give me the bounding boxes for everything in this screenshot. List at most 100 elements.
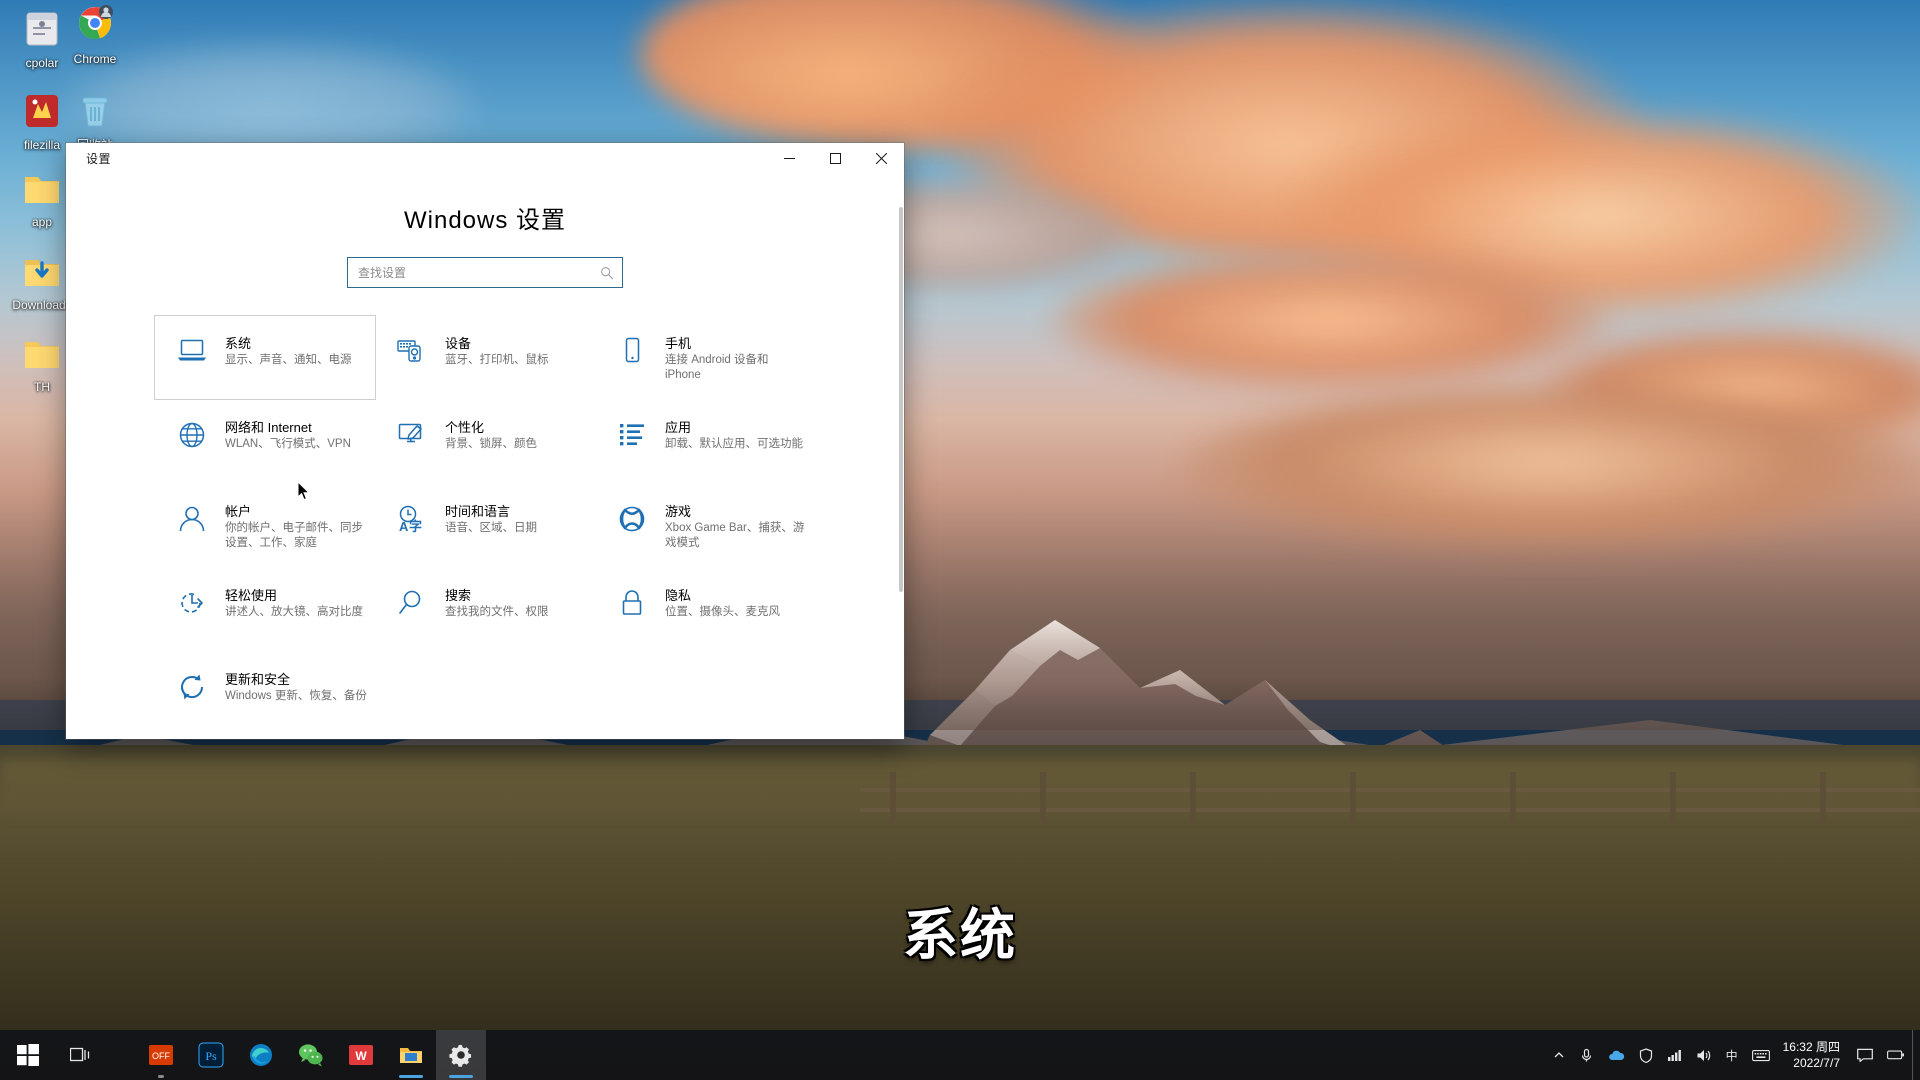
tile-title: 隐私 xyxy=(665,588,692,603)
settings-tile-devices[interactable]: 设备 蓝牙、打印机、鼠标 xyxy=(375,321,595,405)
folder-icon xyxy=(19,330,65,376)
scrollbar-thumb[interactable] xyxy=(899,207,903,592)
tile-subtitle: WLAN、飞行模式、VPN xyxy=(225,438,351,450)
settings-tile-time-language[interactable]: A 字 时间和语言 语音、区域、日期 xyxy=(375,489,595,573)
tile-subtitle: 连接 Android 设备和 iPhone xyxy=(665,354,769,381)
svg-text:字: 字 xyxy=(409,519,422,533)
settings-tile-search[interactable]: 搜索 查找我的文件、权限 xyxy=(375,573,595,657)
caption-overlay: 系统 xyxy=(902,904,1017,966)
tile-subtitle: 背景、锁屏、颜色 xyxy=(445,438,537,450)
tile-title: 应用 xyxy=(665,420,692,435)
settings-tile-accounts[interactable]: 帐户 你的帐户、电子邮件、同步设置、工作、家庭 xyxy=(155,489,375,573)
tile-subtitle: 讲述人、放大镜、高对比度 xyxy=(225,606,363,618)
wallpaper-fence xyxy=(860,772,1920,838)
taskbar-app-wechat[interactable] xyxy=(286,1030,336,1080)
tile-title: 设备 xyxy=(445,336,472,351)
ime-indicator[interactable]: 中 xyxy=(1719,1030,1745,1080)
battery-or-info-icon[interactable] xyxy=(1880,1030,1912,1080)
tile-title: 帐户 xyxy=(225,504,252,519)
ease-of-access-icon xyxy=(177,589,211,622)
tile-subtitle: 语音、区域、日期 xyxy=(445,522,537,534)
tile-subtitle: 显示、声音、通知、电源 xyxy=(225,354,352,366)
settings-tile-privacy[interactable]: 隐私 位置、摄像头、麦克风 xyxy=(595,573,815,657)
personalization-icon xyxy=(397,421,431,454)
volume-icon[interactable] xyxy=(1689,1030,1719,1080)
task-view-icon xyxy=(70,1047,90,1062)
tile-title: 更新和安全 xyxy=(225,672,291,687)
settings-window[interactable]: 设置 Windows 设置 查找设置 系统 显示、声音、通知、电源 设备 蓝牙、… xyxy=(66,143,904,739)
folder-icon xyxy=(19,165,65,211)
downloads-folder-icon xyxy=(19,248,65,294)
devices-icon xyxy=(397,337,431,368)
settings-search-box[interactable] xyxy=(347,257,623,288)
window-controls[interactable] xyxy=(766,143,904,173)
settings-tile-system[interactable]: 系统 显示、声音、通知、电源 xyxy=(154,315,376,400)
tile-subtitle: Windows 更新、恢复、备份 xyxy=(225,690,367,702)
taskbar-app-wps[interactable]: W xyxy=(336,1030,386,1080)
taskbar-app-office[interactable]: OFF xyxy=(136,1030,186,1080)
network-icon[interactable] xyxy=(1660,1030,1689,1080)
svg-text:Ps: Ps xyxy=(205,1049,217,1063)
action-center-icon[interactable] xyxy=(1850,1030,1880,1080)
globe-icon xyxy=(177,421,211,454)
magnifier-icon xyxy=(397,589,431,622)
tile-title: 系统 xyxy=(225,336,252,351)
settings-tile-ease-of-access[interactable]: 轻松使用 讲述人、放大镜、高对比度 xyxy=(155,573,375,657)
taskbar[interactable]: OFF Ps W 中 16:32 周四 2022/7/7 xyxy=(0,1030,1920,1080)
task-view-button[interactable] xyxy=(56,1030,106,1080)
tile-title: 搜索 xyxy=(445,588,472,603)
tile-subtitle: 你的帐户、电子邮件、同步设置、工作、家庭 xyxy=(225,522,363,549)
settings-tile-network[interactable]: 网络和 Internet WLAN、飞行模式、VPN xyxy=(155,405,375,489)
office-icon: OFF xyxy=(149,1045,173,1065)
windows-start-icon xyxy=(17,1044,39,1066)
search-input[interactable] xyxy=(358,265,600,280)
wps-icon: W xyxy=(349,1045,373,1065)
tile-subtitle: 位置、摄像头、麦克风 xyxy=(665,606,780,618)
system-tray[interactable]: 中 16:32 周四 2022/7/7 xyxy=(1546,1030,1920,1080)
svg-text:OFF: OFF xyxy=(152,1051,170,1061)
clock-date: 2022/7/7 xyxy=(1793,1056,1840,1070)
wechat-icon xyxy=(299,1044,323,1067)
close-button[interactable] xyxy=(858,143,904,173)
tile-subtitle: Xbox Game Bar、捕获、游戏模式 xyxy=(665,522,805,549)
minimize-button[interactable] xyxy=(766,143,812,173)
window-title: 设置 xyxy=(86,152,112,166)
taskbar-app-edge[interactable] xyxy=(236,1030,286,1080)
tile-title: 轻松使用 xyxy=(225,588,278,603)
taskbar-app-explorer[interactable] xyxy=(386,1030,436,1080)
settings-tile-phone[interactable]: 手机 连接 Android 设备和 iPhone xyxy=(595,321,815,405)
settings-tile-gaming[interactable]: 游戏 Xbox Game Bar、捕获、游戏模式 xyxy=(595,489,815,573)
tile-subtitle: 卸载、默认应用、可选功能 xyxy=(665,438,803,450)
show-desktop-button[interactable] xyxy=(1912,1030,1920,1080)
time-language-icon: A 字 xyxy=(397,505,431,538)
tile-title: 手机 xyxy=(665,336,692,351)
show-hidden-icons-button[interactable] xyxy=(1546,1030,1572,1080)
settings-tile-apps[interactable]: 应用 卸载、默认应用、可选功能 xyxy=(595,405,815,489)
explorer-icon xyxy=(400,1048,422,1063)
keyboard-icon[interactable] xyxy=(1745,1030,1777,1080)
window-titlebar[interactable]: 设置 xyxy=(66,143,904,175)
onedrive-icon[interactable] xyxy=(1601,1030,1632,1080)
tile-title: 游戏 xyxy=(665,504,692,519)
svg-text:A: A xyxy=(399,519,409,533)
maximize-button[interactable] xyxy=(812,143,858,173)
microphone-icon[interactable] xyxy=(1572,1030,1601,1080)
settings-content: Windows 设置 系统 xyxy=(66,175,904,739)
settings-tile-personalization[interactable]: 个性化 背景、锁屏、颜色 xyxy=(375,405,595,489)
taskbar-app-photoshop[interactable]: Ps xyxy=(186,1030,236,1080)
chrome-icon xyxy=(72,2,118,48)
wallpaper-cloud xyxy=(1050,250,1610,390)
tile-subtitle: 查找我的文件、权限 xyxy=(445,606,549,618)
recycle-bin-icon xyxy=(72,88,118,134)
start-button[interactable] xyxy=(0,1030,56,1080)
taskbar-app-settings[interactable] xyxy=(436,1030,486,1080)
settings-tile-grid: 系统 显示、声音、通知、电源 设备 蓝牙、打印机、鼠标 手机 连接 Androi… xyxy=(154,315,815,739)
shield-icon[interactable] xyxy=(1632,1030,1660,1080)
photoshop-icon: Ps xyxy=(198,1042,224,1068)
laptop-icon xyxy=(177,337,211,368)
settings-tile-update-security[interactable]: 更新和安全 Windows 更新、恢复、备份 xyxy=(155,657,375,739)
desktop-icon-chrome[interactable]: Chrome xyxy=(53,2,137,66)
settings-gear-icon xyxy=(449,1044,472,1067)
settings-scrollbar[interactable] xyxy=(898,207,904,739)
taskbar-clock[interactable]: 16:32 周四 2022/7/7 xyxy=(1777,1030,1850,1080)
